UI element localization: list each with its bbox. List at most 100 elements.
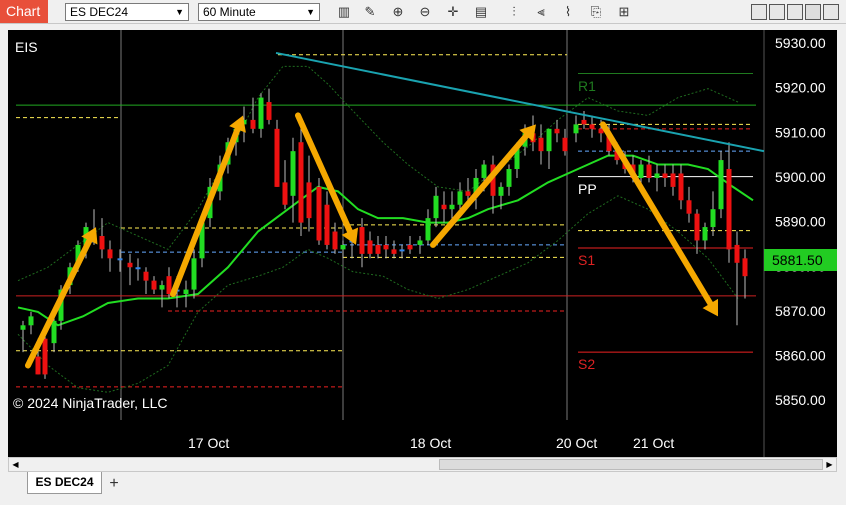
candle-body xyxy=(449,204,455,210)
candle-body xyxy=(742,258,748,277)
candle-body xyxy=(646,164,652,178)
candle-body xyxy=(441,204,447,210)
candle-body xyxy=(734,244,740,263)
crosshair-icon[interactable]: ✛ xyxy=(444,3,462,21)
candle-body xyxy=(306,182,312,219)
candle-body xyxy=(481,164,487,178)
time-axis-label: 17 Oct xyxy=(188,435,229,451)
chart-canvas[interactable]: EIS © 2024 NinjaTrader, LLC R1 PP S1 S2 … xyxy=(8,30,837,457)
candle-body xyxy=(290,151,296,196)
candle-body xyxy=(425,218,431,241)
close-icon[interactable] xyxy=(805,4,821,20)
minimize-icon[interactable] xyxy=(769,4,785,20)
candle-body xyxy=(573,124,579,134)
candle-body xyxy=(538,137,544,152)
candle-body xyxy=(51,320,57,344)
candle-body xyxy=(433,195,439,219)
interval-value: 60 Minute xyxy=(203,5,256,19)
time-axis-label: 21 Oct xyxy=(633,435,674,451)
instrument-selector[interactable]: ES DEC24 ▼ xyxy=(65,3,189,21)
horizontal-scrollbar[interactable]: ◀ ▶ xyxy=(8,457,837,472)
indicators-icon[interactable]: ⫶ xyxy=(505,3,523,21)
chart-tab-bar: ES DEC24 + xyxy=(0,472,846,505)
candle-body xyxy=(694,213,700,241)
maximize-icon[interactable] xyxy=(787,4,803,20)
price-axis-label: 5860.00 xyxy=(775,348,826,364)
price-axis-label: 5920.00 xyxy=(775,80,826,96)
scrollbar-thumb[interactable] xyxy=(439,459,823,470)
price-axis-label: 5900.00 xyxy=(775,169,826,185)
candle-body xyxy=(383,244,389,250)
candle-body xyxy=(702,227,708,241)
add-tab-button[interactable]: + xyxy=(104,475,124,493)
chart-window-tab[interactable]: Chart xyxy=(0,0,48,23)
candle-body xyxy=(298,142,304,223)
restore-icon[interactable] xyxy=(751,4,767,20)
candle-body xyxy=(678,173,684,201)
price-chart[interactable]: EIS © 2024 NinjaTrader, LLC R1 PP S1 S2 … xyxy=(8,30,837,457)
chart-trader-icon[interactable]: ⊞ xyxy=(615,3,633,21)
export-icon[interactable]: ⎘ xyxy=(587,3,605,21)
candle-body xyxy=(332,231,338,250)
zoom-in-icon[interactable]: ⊕ xyxy=(389,3,407,21)
candle-body xyxy=(686,200,692,214)
chart-toolbar: Chart ES DEC24 ▼ 60 Minute ▼ ▥ ✎ ⊕ ⊖ ✛ ▤… xyxy=(0,0,846,24)
price-axis-label: 5890.00 xyxy=(775,214,826,230)
candle-body xyxy=(35,356,41,375)
arrow-shaft xyxy=(295,112,353,235)
bars-type-icon[interactable]: ▥ xyxy=(335,3,353,21)
candle-body xyxy=(166,276,172,295)
candle-body xyxy=(654,173,660,178)
candle-body xyxy=(399,249,405,252)
instrument-label: EIS xyxy=(15,39,38,55)
candle-body xyxy=(117,258,123,261)
candle-body xyxy=(407,244,413,250)
candle-body xyxy=(191,258,197,290)
candle-body xyxy=(250,119,256,129)
pivot-r1-label: R1 xyxy=(578,78,596,94)
tab-es-dec24[interactable]: ES DEC24 xyxy=(27,472,102,494)
arrow-shaft xyxy=(430,132,530,248)
zoom-out-icon[interactable]: ⊖ xyxy=(416,3,434,21)
scroll-left-icon[interactable]: ◀ xyxy=(10,459,21,470)
candle-body xyxy=(266,102,272,120)
candle-body xyxy=(340,244,346,250)
price-axis-label: 5930.00 xyxy=(775,35,826,51)
pivot-s1-label: S1 xyxy=(578,252,595,268)
candle-body xyxy=(258,97,264,129)
candle-body xyxy=(159,285,165,290)
interval-selector[interactable]: 60 Minute ▼ xyxy=(198,3,320,21)
analyzer-icon[interactable]: ⌇ xyxy=(559,3,577,21)
strategies-icon[interactable]: ⫷ xyxy=(532,3,550,21)
arrow-shaft xyxy=(25,237,93,369)
candle-body xyxy=(718,160,724,210)
candle-body xyxy=(28,316,34,326)
copyright-text: © 2024 NinjaTrader, LLC xyxy=(13,395,168,411)
candle-body xyxy=(465,191,471,196)
candle-body xyxy=(316,186,322,241)
candle-body xyxy=(638,164,644,178)
candle-body xyxy=(589,124,595,129)
candle-body xyxy=(367,240,373,254)
candle-body xyxy=(183,289,189,295)
candle-body xyxy=(670,173,676,187)
candle-body xyxy=(135,267,141,270)
candle-body xyxy=(375,244,381,254)
trendline xyxy=(275,51,765,153)
candle-body xyxy=(506,169,512,187)
price-axis-label: 5870.00 xyxy=(775,303,826,319)
arrow-shaft xyxy=(170,126,241,298)
candle-body xyxy=(546,128,552,152)
candle-body xyxy=(391,249,397,254)
candle-body xyxy=(417,240,423,245)
scroll-right-icon[interactable]: ▶ xyxy=(824,459,835,470)
draw-tool-icon[interactable]: ✎ xyxy=(361,3,379,21)
candle-body xyxy=(562,137,568,152)
candle-body xyxy=(710,209,716,228)
pivot-s2-label: S2 xyxy=(578,356,595,372)
close-icon[interactable] xyxy=(823,4,839,20)
candle-body xyxy=(324,204,330,245)
properties-icon[interactable]: ▤ xyxy=(472,3,490,21)
candle-body xyxy=(42,338,48,375)
candle-body xyxy=(726,169,732,250)
